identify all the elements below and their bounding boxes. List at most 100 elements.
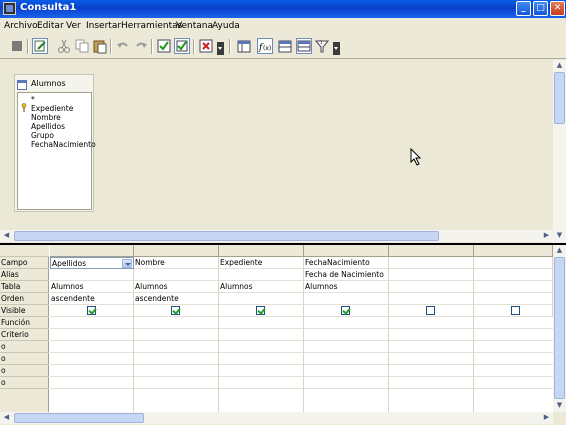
grid-empty-rows[interactable] (50, 317, 553, 389)
orden-cell[interactable] (389, 293, 474, 305)
design-v-scroll-thumb[interactable] (554, 72, 565, 124)
orden-cell[interactable]: ascendente (134, 293, 219, 305)
orden-cell[interactable] (474, 293, 553, 305)
field-item-nombre[interactable]: Nombre (31, 113, 61, 122)
orden-cell[interactable] (219, 293, 304, 305)
tabla-cell[interactable]: Alumnos (219, 281, 304, 293)
scroll-down-icon[interactable]: ▼ (553, 400, 566, 411)
maximize-button[interactable]: □ (533, 1, 548, 16)
clear-query-icon[interactable] (174, 38, 190, 54)
row-label-alias: Alias (0, 269, 49, 281)
scroll-up-icon[interactable]: ▲ (553, 245, 566, 256)
grid-horizontal-scrollbar-area: ◀ ▶ (0, 412, 566, 425)
alias-icon[interactable] (296, 38, 312, 54)
visible-checkbox[interactable] (87, 306, 96, 315)
table-window-alumnos[interactable]: Alumnos * Expediente Nombre Apellidos Gr… (14, 74, 96, 212)
grid-h-scroll-thumb[interactable] (14, 413, 144, 423)
redo-icon[interactable] (133, 38, 149, 54)
alias-cell[interactable] (474, 269, 553, 281)
alias-cell[interactable] (389, 269, 474, 281)
column-header[interactable] (219, 245, 304, 257)
add-table-icon[interactable] (236, 38, 252, 54)
menu-editar[interactable]: Editar (37, 21, 64, 31)
tabla-cell[interactable]: Alumnos (134, 281, 219, 293)
scroll-left-icon[interactable]: ◀ (0, 230, 13, 241)
delete-table-icon[interactable] (198, 38, 214, 54)
design-h-scroll-thumb[interactable] (14, 231, 439, 241)
app-icon (3, 2, 16, 15)
alias-cell[interactable] (219, 269, 304, 281)
menu-insertar[interactable]: Insertar (86, 21, 121, 31)
edit-icon[interactable] (32, 38, 48, 54)
minimize-button[interactable]: _ (516, 1, 531, 16)
menu-ayuda[interactable]: Ayuda (212, 21, 240, 31)
orden-cell[interactable] (304, 293, 389, 305)
visible-checkbox[interactable] (511, 306, 520, 315)
functions-icon[interactable]: f (x) (257, 38, 273, 54)
menu-ver[interactable]: Ver (66, 21, 81, 31)
column-header[interactable] (304, 245, 389, 257)
campo-cell[interactable]: FechaNacimiento (304, 257, 389, 269)
column-header[interactable] (134, 245, 219, 257)
undo-icon[interactable] (115, 38, 131, 54)
toolbar-overflow-dropdown[interactable] (333, 42, 340, 55)
tabla-cell[interactable]: Alumnos (304, 281, 389, 293)
chevron-down-icon[interactable] (122, 259, 132, 268)
field-item-expediente[interactable]: Expediente (31, 104, 73, 113)
scroll-right-icon[interactable]: ▶ (540, 230, 553, 241)
design-vertical-scrollbar[interactable]: ▲ ▼ (553, 60, 566, 243)
grid-horizontal-scrollbar[interactable]: ◀ ▶ (0, 412, 553, 424)
cut-icon[interactable] (56, 38, 72, 54)
tabla-cell[interactable]: Alumnos (50, 281, 134, 293)
close-button[interactable]: ✕ (550, 1, 565, 16)
orden-cell[interactable]: ascendente (50, 293, 134, 305)
menu-archivo[interactable]: Archivo (4, 21, 38, 31)
row-label-o: o (0, 377, 49, 389)
row-label-o: o (0, 353, 49, 365)
table-field-list[interactable]: * Expediente Nombre Apellidos Grupo Fech… (17, 92, 96, 210)
visible-checkbox[interactable] (426, 306, 435, 315)
run-query-icon[interactable] (156, 38, 172, 54)
copy-icon[interactable] (74, 38, 90, 54)
table-name-icon[interactable] (277, 38, 293, 54)
field-item-all[interactable]: * (31, 95, 35, 104)
menu-herramientas[interactable]: Herramientas (121, 21, 182, 31)
column-header[interactable] (50, 245, 134, 257)
scroll-up-icon[interactable]: ▲ (553, 60, 566, 71)
grid-v-scroll-thumb[interactable] (554, 257, 565, 399)
campo-cell[interactable]: Nombre (134, 257, 219, 269)
tabla-cell[interactable] (389, 281, 474, 293)
menu-ventana[interactable]: Ventana (176, 21, 213, 31)
tabla-cell[interactable] (474, 281, 553, 293)
alias-cell[interactable]: Fecha de Nacimiento (304, 269, 389, 281)
campo-cell[interactable] (389, 257, 474, 269)
visible-cell (134, 305, 219, 317)
field-item-fechanacimiento[interactable]: FechaNacimiento (31, 140, 96, 149)
scroll-left-icon[interactable]: ◀ (0, 412, 13, 423)
grid-vertical-scrollbar[interactable]: ▲ ▼ (553, 245, 566, 412)
column-header[interactable] (389, 245, 474, 257)
distinct-icon[interactable]: 1 (314, 38, 330, 54)
row-label-campo: Campo (0, 257, 49, 269)
mouse-cursor-icon (410, 148, 422, 166)
design-horizontal-scrollbar[interactable]: ◀ ▶ (0, 230, 553, 242)
paste-icon[interactable] (92, 38, 108, 54)
table-window-title: Alumnos (31, 79, 66, 88)
campo-cell[interactable] (474, 257, 553, 269)
scroll-right-icon[interactable]: ▶ (540, 412, 553, 423)
visible-checkbox[interactable] (341, 306, 350, 315)
design-view-icon[interactable] (9, 38, 25, 54)
field-item-apellidos[interactable]: Apellidos (31, 122, 65, 131)
campo-cell[interactable]: Apellidos (50, 257, 134, 269)
delete-options-dropdown[interactable] (217, 42, 224, 55)
alias-cell[interactable] (134, 269, 219, 281)
scroll-down-icon[interactable]: ▼ (553, 230, 566, 241)
field-item-grupo[interactable]: Grupo (31, 131, 54, 140)
alias-cell[interactable] (50, 269, 134, 281)
column-header[interactable] (474, 245, 553, 257)
visible-checkbox[interactable] (256, 306, 265, 315)
campo-value: Apellidos (52, 259, 87, 268)
title-bar: Consulta1 _ □ ✕ (0, 0, 566, 18)
campo-cell[interactable]: Expediente (219, 257, 304, 269)
visible-checkbox[interactable] (171, 306, 180, 315)
